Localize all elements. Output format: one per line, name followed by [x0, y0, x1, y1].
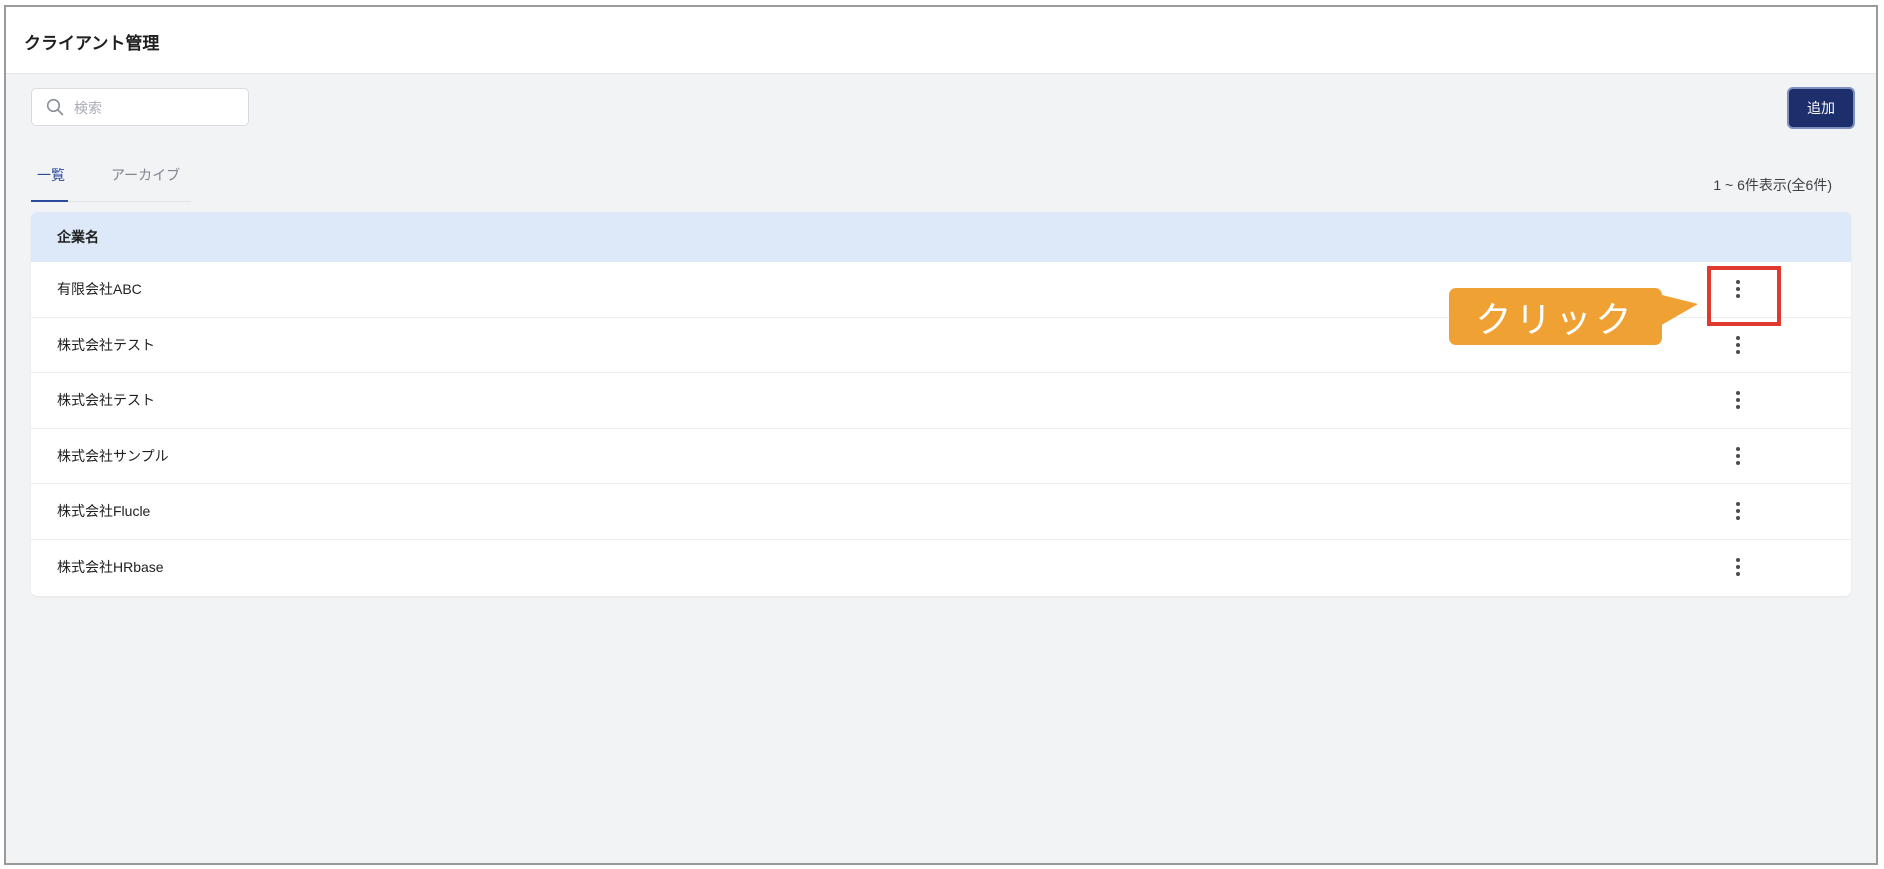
- company-name-cell: 株式会社HRbase: [57, 558, 164, 575]
- add-button[interactable]: 追加: [1787, 87, 1855, 129]
- search-icon: [46, 98, 64, 116]
- company-name-cell: 株式会社テスト: [57, 392, 155, 409]
- table-row[interactable]: 株式会社Flucle: [31, 484, 1851, 540]
- tab-archive[interactable]: アーカイブ: [111, 165, 180, 185]
- callout-pointer: [1658, 294, 1698, 327]
- page-header: クライアント管理: [6, 7, 1876, 74]
- app-window: クライアント管理 追加 一覧 アーカイブ 1 ~ 6件表示(全6件) 企業名 有…: [4, 5, 1878, 865]
- search-input[interactable]: [72, 89, 246, 127]
- more-vertical-icon[interactable]: [1728, 555, 1748, 579]
- column-header-company-name: 企業名: [57, 229, 99, 245]
- more-vertical-icon[interactable]: [1728, 444, 1748, 468]
- active-tab-indicator: [31, 200, 68, 202]
- table-row[interactable]: 株式会社サンプル: [31, 429, 1851, 484]
- more-vertical-icon[interactable]: [1728, 333, 1748, 357]
- more-vertical-icon[interactable]: [1728, 388, 1748, 412]
- annotation-highlight-box: [1707, 266, 1781, 326]
- client-table: 企業名 有限会社ABC 株式会社テスト 株式会社テスト 株式会社サンプル 株式会…: [31, 212, 1851, 596]
- company-name-cell: 株式会社サンプル: [57, 447, 169, 464]
- table-header: 企業名: [31, 212, 1851, 262]
- search-box[interactable]: [31, 88, 249, 127]
- result-count: 1 ~ 6件表示(全6件): [1713, 177, 1832, 193]
- callout-text: クリック: [1475, 298, 1636, 340]
- page-title: クライアント管理: [24, 34, 160, 53]
- tab-list[interactable]: 一覧: [37, 165, 65, 185]
- annotation-callout: クリック: [1449, 288, 1698, 345]
- table-row[interactable]: 株式会社テスト: [31, 373, 1851, 429]
- more-vertical-icon[interactable]: [1728, 499, 1748, 523]
- company-name-cell: 株式会社Flucle: [57, 503, 151, 520]
- tab-bar: 一覧 アーカイブ: [31, 157, 191, 202]
- table-row[interactable]: 株式会社HRbase: [31, 540, 1851, 595]
- company-name-cell: 有限会社ABC: [57, 281, 142, 298]
- company-name-cell: 株式会社テスト: [57, 336, 155, 353]
